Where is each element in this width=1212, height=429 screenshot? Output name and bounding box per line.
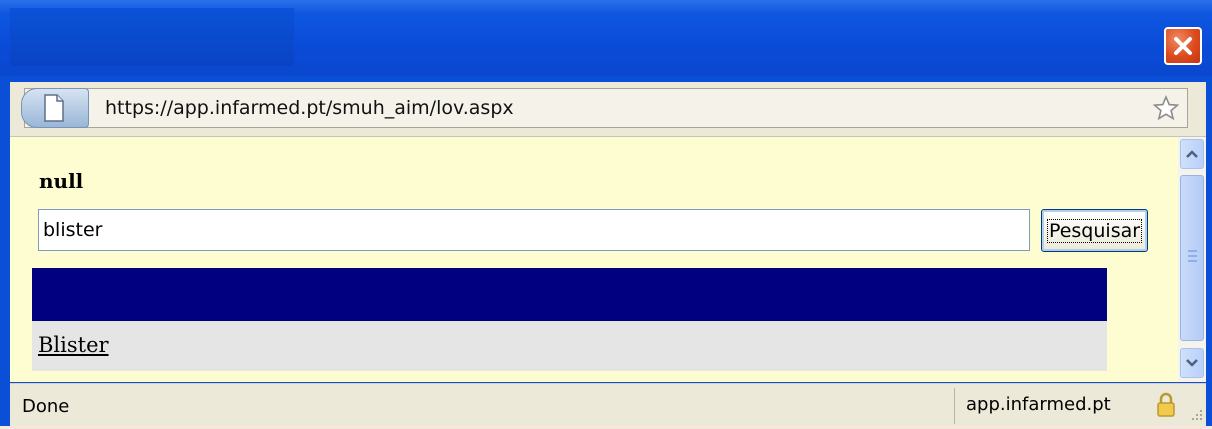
thumb-grip <box>1188 250 1197 252</box>
status-divider <box>954 388 955 424</box>
thumb-grip <box>1188 260 1197 262</box>
close-icon <box>1174 37 1192 55</box>
page-title: null <box>39 169 84 193</box>
status-domain[interactable]: app.infarmed.pt <box>966 394 1111 415</box>
page-content: null Pesquisar Blister <box>10 137 1178 382</box>
status-bar: Done app.infarmed.pt <box>10 383 1206 429</box>
results-header <box>32 268 1107 321</box>
star-icon[interactable] <box>1153 95 1179 121</box>
scroll-up-button[interactable] <box>1180 139 1204 169</box>
result-link[interactable]: Blister <box>38 333 109 357</box>
url-field[interactable]: https://app.infarmed.pt/smuh_aim/lov.asp… <box>21 88 1188 128</box>
title-area <box>10 8 294 66</box>
page-icon <box>44 94 64 122</box>
resize-grip-icon[interactable] <box>1190 408 1204 422</box>
lock-icon[interactable] <box>1156 392 1176 418</box>
list-item: Blister <box>32 321 1107 371</box>
close-button[interactable] <box>1164 27 1202 65</box>
scroll-down-button[interactable] <box>1180 348 1204 378</box>
vertical-scrollbar[interactable] <box>1178 137 1206 382</box>
chevron-up-icon <box>1186 150 1198 158</box>
url-text: https://app.infarmed.pt/smuh_aim/lov.asp… <box>105 97 514 119</box>
chevron-down-icon <box>1186 359 1198 367</box>
scroll-thumb[interactable] <box>1180 175 1204 341</box>
site-identity-button[interactable] <box>21 88 89 128</box>
address-bar: https://app.infarmed.pt/smuh_aim/lov.asp… <box>10 82 1206 137</box>
status-text: Done <box>22 396 70 417</box>
popup-window: https://app.infarmed.pt/smuh_aim/lov.asp… <box>0 0 1212 429</box>
thumb-grip <box>1188 255 1197 257</box>
title-bar[interactable] <box>0 0 1212 76</box>
search-button[interactable]: Pesquisar <box>1041 209 1148 252</box>
search-input[interactable] <box>38 209 1030 251</box>
search-button-label: Pesquisar <box>1046 218 1143 243</box>
